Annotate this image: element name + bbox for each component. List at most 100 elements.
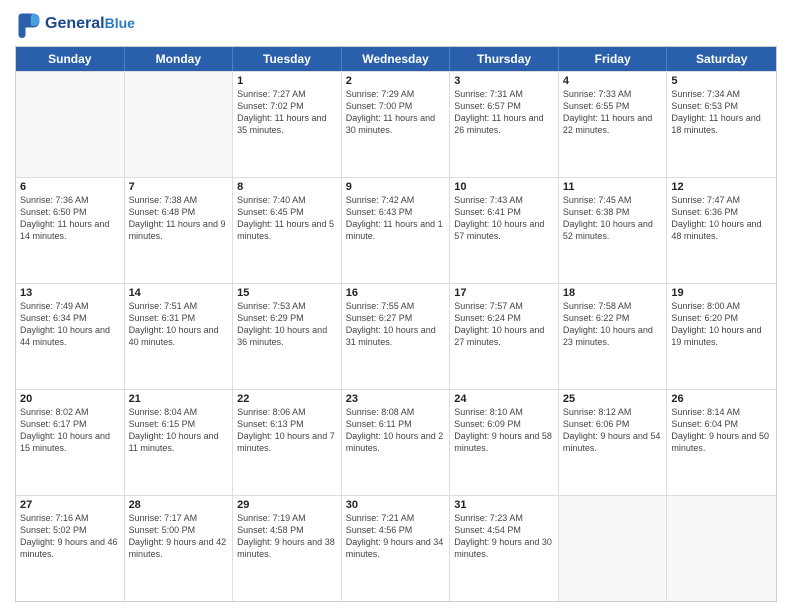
cell-info: Sunrise: 7:40 AM Sunset: 6:45 PM Dayligh… xyxy=(237,194,337,243)
weekday-header-saturday: Saturday xyxy=(667,47,776,71)
day-number: 12 xyxy=(671,181,772,193)
calendar-cell: 25Sunrise: 8:12 AM Sunset: 6:06 PM Dayli… xyxy=(559,390,668,495)
calendar-cell: 31Sunrise: 7:23 AM Sunset: 4:54 PM Dayli… xyxy=(450,496,559,601)
cell-info: Sunrise: 7:53 AM Sunset: 6:29 PM Dayligh… xyxy=(237,300,337,349)
calendar-cell: 11Sunrise: 7:45 AM Sunset: 6:38 PM Dayli… xyxy=(559,178,668,283)
calendar-row-1: 6Sunrise: 7:36 AM Sunset: 6:50 PM Daylig… xyxy=(16,177,776,283)
calendar-cell: 6Sunrise: 7:36 AM Sunset: 6:50 PM Daylig… xyxy=(16,178,125,283)
cell-info: Sunrise: 7:55 AM Sunset: 6:27 PM Dayligh… xyxy=(346,300,446,349)
day-number: 15 xyxy=(237,287,337,299)
weekday-header-thursday: Thursday xyxy=(450,47,559,71)
calendar-cell: 21Sunrise: 8:04 AM Sunset: 6:15 PM Dayli… xyxy=(125,390,234,495)
cell-info: Sunrise: 8:00 AM Sunset: 6:20 PM Dayligh… xyxy=(671,300,772,349)
cell-info: Sunrise: 7:19 AM Sunset: 4:58 PM Dayligh… xyxy=(237,512,337,561)
calendar-cell: 19Sunrise: 8:00 AM Sunset: 6:20 PM Dayli… xyxy=(667,284,776,389)
day-number: 24 xyxy=(454,393,554,405)
weekday-header-sunday: Sunday xyxy=(16,47,125,71)
calendar-cell: 28Sunrise: 7:17 AM Sunset: 5:00 PM Dayli… xyxy=(125,496,234,601)
calendar-cell: 27Sunrise: 7:16 AM Sunset: 5:02 PM Dayli… xyxy=(16,496,125,601)
day-number: 19 xyxy=(671,287,772,299)
calendar-cell: 23Sunrise: 8:08 AM Sunset: 6:11 PM Dayli… xyxy=(342,390,451,495)
logo: GeneralBlue xyxy=(15,10,135,38)
calendar-cell: 5Sunrise: 7:34 AM Sunset: 6:53 PM Daylig… xyxy=(667,72,776,177)
day-number: 13 xyxy=(20,287,120,299)
calendar-cell: 30Sunrise: 7:21 AM Sunset: 4:56 PM Dayli… xyxy=(342,496,451,601)
calendar: SundayMondayTuesdayWednesdayThursdayFrid… xyxy=(15,46,777,602)
calendar-row-4: 27Sunrise: 7:16 AM Sunset: 5:02 PM Dayli… xyxy=(16,495,776,601)
calendar-cell: 3Sunrise: 7:31 AM Sunset: 6:57 PM Daylig… xyxy=(450,72,559,177)
day-number: 30 xyxy=(346,499,446,511)
day-number: 21 xyxy=(129,393,229,405)
calendar-cell: 10Sunrise: 7:43 AM Sunset: 6:41 PM Dayli… xyxy=(450,178,559,283)
cell-info: Sunrise: 8:10 AM Sunset: 6:09 PM Dayligh… xyxy=(454,406,554,455)
calendar-cell: 7Sunrise: 7:38 AM Sunset: 6:48 PM Daylig… xyxy=(125,178,234,283)
cell-info: Sunrise: 8:02 AM Sunset: 6:17 PM Dayligh… xyxy=(20,406,120,455)
cell-info: Sunrise: 7:43 AM Sunset: 6:41 PM Dayligh… xyxy=(454,194,554,243)
day-number: 5 xyxy=(671,75,772,87)
calendar-cell: 15Sunrise: 7:53 AM Sunset: 6:29 PM Dayli… xyxy=(233,284,342,389)
calendar-cell: 13Sunrise: 7:49 AM Sunset: 6:34 PM Dayli… xyxy=(16,284,125,389)
cell-info: Sunrise: 7:38 AM Sunset: 6:48 PM Dayligh… xyxy=(129,194,229,243)
logo-icon xyxy=(15,10,43,38)
weekday-header-friday: Friday xyxy=(559,47,668,71)
day-number: 8 xyxy=(237,181,337,193)
day-number: 25 xyxy=(563,393,663,405)
day-number: 17 xyxy=(454,287,554,299)
cell-info: Sunrise: 7:58 AM Sunset: 6:22 PM Dayligh… xyxy=(563,300,663,349)
cell-info: Sunrise: 7:21 AM Sunset: 4:56 PM Dayligh… xyxy=(346,512,446,561)
calendar-cell: 1Sunrise: 7:27 AM Sunset: 7:02 PM Daylig… xyxy=(233,72,342,177)
cell-info: Sunrise: 8:06 AM Sunset: 6:13 PM Dayligh… xyxy=(237,406,337,455)
calendar-cell: 18Sunrise: 7:58 AM Sunset: 6:22 PM Dayli… xyxy=(559,284,668,389)
cell-info: Sunrise: 7:16 AM Sunset: 5:02 PM Dayligh… xyxy=(20,512,120,561)
day-number: 6 xyxy=(20,181,120,193)
day-number: 29 xyxy=(237,499,337,511)
calendar-cell: 2Sunrise: 7:29 AM Sunset: 7:00 PM Daylig… xyxy=(342,72,451,177)
calendar-cell xyxy=(559,496,668,601)
day-number: 2 xyxy=(346,75,446,87)
calendar-cell: 29Sunrise: 7:19 AM Sunset: 4:58 PM Dayli… xyxy=(233,496,342,601)
day-number: 10 xyxy=(454,181,554,193)
cell-info: Sunrise: 7:47 AM Sunset: 6:36 PM Dayligh… xyxy=(671,194,772,243)
day-number: 4 xyxy=(563,75,663,87)
cell-info: Sunrise: 7:49 AM Sunset: 6:34 PM Dayligh… xyxy=(20,300,120,349)
calendar-header: SundayMondayTuesdayWednesdayThursdayFrid… xyxy=(16,47,776,71)
cell-info: Sunrise: 8:04 AM Sunset: 6:15 PM Dayligh… xyxy=(129,406,229,455)
calendar-cell: 9Sunrise: 7:42 AM Sunset: 6:43 PM Daylig… xyxy=(342,178,451,283)
calendar-cell: 16Sunrise: 7:55 AM Sunset: 6:27 PM Dayli… xyxy=(342,284,451,389)
day-number: 18 xyxy=(563,287,663,299)
calendar-cell xyxy=(667,496,776,601)
cell-info: Sunrise: 7:27 AM Sunset: 7:02 PM Dayligh… xyxy=(237,88,337,137)
day-number: 11 xyxy=(563,181,663,193)
calendar-cell: 12Sunrise: 7:47 AM Sunset: 6:36 PM Dayli… xyxy=(667,178,776,283)
day-number: 20 xyxy=(20,393,120,405)
calendar-row-3: 20Sunrise: 8:02 AM Sunset: 6:17 PM Dayli… xyxy=(16,389,776,495)
day-number: 1 xyxy=(237,75,337,87)
calendar-cell: 20Sunrise: 8:02 AM Sunset: 6:17 PM Dayli… xyxy=(16,390,125,495)
cell-info: Sunrise: 7:34 AM Sunset: 6:53 PM Dayligh… xyxy=(671,88,772,137)
calendar-cell: 22Sunrise: 8:06 AM Sunset: 6:13 PM Dayli… xyxy=(233,390,342,495)
cell-info: Sunrise: 8:08 AM Sunset: 6:11 PM Dayligh… xyxy=(346,406,446,455)
cell-info: Sunrise: 7:51 AM Sunset: 6:31 PM Dayligh… xyxy=(129,300,229,349)
calendar-cell xyxy=(16,72,125,177)
day-number: 28 xyxy=(129,499,229,511)
cell-info: Sunrise: 8:12 AM Sunset: 6:06 PM Dayligh… xyxy=(563,406,663,455)
day-number: 23 xyxy=(346,393,446,405)
calendar-cell: 24Sunrise: 8:10 AM Sunset: 6:09 PM Dayli… xyxy=(450,390,559,495)
day-number: 26 xyxy=(671,393,772,405)
calendar-body: 1Sunrise: 7:27 AM Sunset: 7:02 PM Daylig… xyxy=(16,71,776,601)
header: GeneralBlue xyxy=(15,10,777,38)
cell-info: Sunrise: 7:33 AM Sunset: 6:55 PM Dayligh… xyxy=(563,88,663,137)
calendar-cell: 8Sunrise: 7:40 AM Sunset: 6:45 PM Daylig… xyxy=(233,178,342,283)
calendar-cell: 4Sunrise: 7:33 AM Sunset: 6:55 PM Daylig… xyxy=(559,72,668,177)
day-number: 27 xyxy=(20,499,120,511)
calendar-cell xyxy=(125,72,234,177)
cell-info: Sunrise: 7:29 AM Sunset: 7:00 PM Dayligh… xyxy=(346,88,446,137)
day-number: 31 xyxy=(454,499,554,511)
weekday-header-tuesday: Tuesday xyxy=(233,47,342,71)
weekday-header-monday: Monday xyxy=(125,47,234,71)
cell-info: Sunrise: 7:45 AM Sunset: 6:38 PM Dayligh… xyxy=(563,194,663,243)
calendar-cell: 26Sunrise: 8:14 AM Sunset: 6:04 PM Dayli… xyxy=(667,390,776,495)
cell-info: Sunrise: 7:23 AM Sunset: 4:54 PM Dayligh… xyxy=(454,512,554,561)
day-number: 22 xyxy=(237,393,337,405)
calendar-row-2: 13Sunrise: 7:49 AM Sunset: 6:34 PM Dayli… xyxy=(16,283,776,389)
